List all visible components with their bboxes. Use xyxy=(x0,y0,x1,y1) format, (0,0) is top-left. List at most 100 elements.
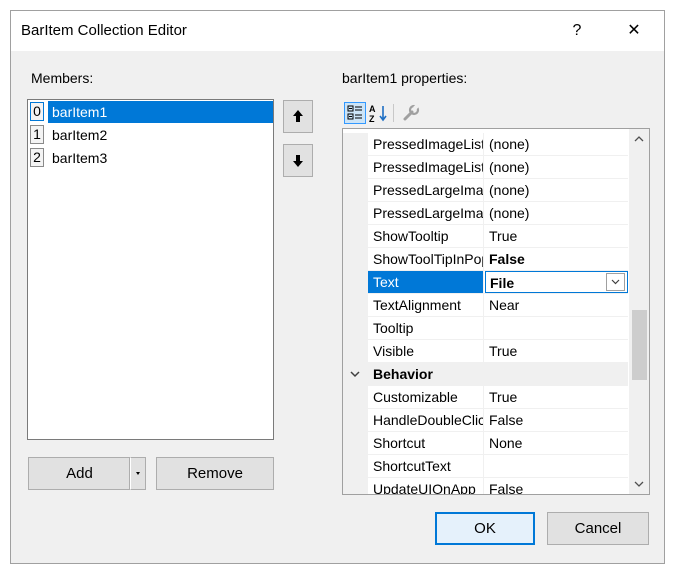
property-value: (none) xyxy=(489,136,530,152)
close-button[interactable]: ✕ xyxy=(611,11,657,51)
svg-text:Z: Z xyxy=(369,114,375,124)
property-pages-button[interactable] xyxy=(400,102,422,124)
property-name: Shortcut xyxy=(368,432,484,454)
property-name: ShowToolTipInPopup xyxy=(368,248,484,270)
property-name: PressedImageList xyxy=(368,133,484,155)
title-bar: BarItem Collection Editor ? ✕ xyxy=(11,11,664,51)
property-name: ShowTooltip xyxy=(368,225,484,247)
property-value: False xyxy=(489,251,525,267)
category-row[interactable]: Behavior xyxy=(343,363,628,386)
list-item-label: barItem1 xyxy=(48,101,273,123)
property-row[interactable]: ShowToolTipInPopup False xyxy=(343,248,628,271)
wrench-icon xyxy=(403,104,420,121)
svg-text:A: A xyxy=(369,104,376,114)
move-down-button[interactable] xyxy=(283,144,313,177)
row-margin xyxy=(343,386,368,409)
dialog-window: BarItem Collection Editor ? ✕ Members: 0… xyxy=(10,10,665,564)
list-item[interactable]: 0 barItem1 xyxy=(30,101,273,123)
property-value: (none) xyxy=(489,182,530,198)
arrow-down-icon xyxy=(293,155,303,167)
dialog-title: BarItem Collection Editor xyxy=(21,22,187,39)
property-row[interactable]: TextAlignment Near xyxy=(343,294,628,317)
property-value: True xyxy=(489,389,518,405)
property-value: False xyxy=(489,412,524,428)
add-button-label: Add xyxy=(66,465,93,482)
categorized-icon xyxy=(347,105,362,120)
property-name: Visible xyxy=(368,340,484,362)
row-margin xyxy=(343,156,368,179)
value-dropdown-button[interactable] xyxy=(606,273,625,291)
property-grid[interactable]: PressedImageList (none) PressedImageList (n… xyxy=(342,128,650,495)
property-name: UpdateUIOnApp xyxy=(368,478,484,494)
list-item-index: 1 xyxy=(30,125,44,144)
list-item[interactable]: 2 barItem3 xyxy=(30,147,273,169)
add-dropdown-button[interactable] xyxy=(130,457,146,490)
property-row[interactable]: ShortcutText xyxy=(343,455,628,478)
property-value: (none) xyxy=(489,159,530,175)
sort-az-icon: A Z xyxy=(369,104,387,124)
property-row[interactable]: ShowTooltip True xyxy=(343,225,628,248)
row-margin xyxy=(343,294,368,317)
property-row[interactable]: Shortcut None xyxy=(343,432,628,455)
property-row[interactable]: Tooltip xyxy=(343,317,628,340)
scrollbar-thumb[interactable] xyxy=(632,310,647,380)
property-value: Near xyxy=(489,297,520,313)
remove-button[interactable]: Remove xyxy=(156,457,274,490)
property-row[interactable]: PressedImageList (none) xyxy=(343,133,628,156)
alphabetical-view-button[interactable]: A Z xyxy=(368,102,390,124)
row-margin xyxy=(343,455,368,478)
vertical-scrollbar[interactable] xyxy=(629,129,649,494)
chevron-down-icon[interactable] xyxy=(343,363,368,385)
move-up-button[interactable] xyxy=(283,100,313,133)
property-name: Tooltip xyxy=(368,317,484,339)
property-name: HandleDoubleClick xyxy=(368,409,484,431)
property-value: (none) xyxy=(489,205,530,221)
chevron-down-icon xyxy=(611,279,620,285)
property-value xyxy=(485,317,628,339)
properties-label: barItem1 properties: xyxy=(342,70,468,86)
members-list[interactable]: 0 barItem1 1 barItem2 2 barItem3 xyxy=(27,99,274,440)
cancel-button[interactable]: Cancel xyxy=(547,512,649,545)
members-label: Members: xyxy=(31,70,94,86)
property-name: PressedLargeImage xyxy=(368,202,484,224)
property-value: None xyxy=(489,435,523,451)
categorized-view-button[interactable] xyxy=(344,102,366,124)
property-name: PressedLargeImage xyxy=(368,179,484,201)
property-value: True xyxy=(489,228,518,244)
list-item-label: barItem3 xyxy=(52,150,108,166)
list-item-label: barItem2 xyxy=(52,127,108,143)
list-item-index: 2 xyxy=(30,148,44,167)
row-margin xyxy=(343,225,368,248)
chevron-down-icon xyxy=(136,472,140,475)
add-button[interactable]: Add xyxy=(28,457,130,490)
property-row[interactable]: PressedLargeImage (none) xyxy=(343,179,628,202)
row-margin xyxy=(343,271,368,294)
property-row[interactable]: Visible True xyxy=(343,340,628,363)
property-value xyxy=(485,455,628,477)
property-value: True xyxy=(489,343,518,359)
row-margin xyxy=(343,317,368,340)
property-row[interactable]: Text File xyxy=(343,271,628,294)
property-name: TextAlignment xyxy=(368,294,484,316)
property-row[interactable]: UpdateUIOnApp False xyxy=(343,478,628,495)
property-name: PressedImageList xyxy=(368,156,484,178)
property-row[interactable]: PressedImageList (none) xyxy=(343,156,628,179)
help-button[interactable]: ? xyxy=(554,11,600,51)
ok-button[interactable]: OK xyxy=(435,512,535,545)
property-row[interactable]: HandleDoubleClick False xyxy=(343,409,628,432)
row-margin xyxy=(343,409,368,432)
property-row[interactable]: Customizable True xyxy=(343,386,628,409)
toolbar-divider xyxy=(393,104,394,122)
row-margin xyxy=(343,340,368,363)
scroll-down-icon[interactable] xyxy=(629,474,649,494)
list-item-index: 0 xyxy=(30,102,44,121)
row-margin xyxy=(343,478,368,494)
scroll-up-icon[interactable] xyxy=(629,129,649,149)
property-name: Customizable xyxy=(368,386,484,408)
property-row[interactable]: PressedLargeImage (none) xyxy=(343,202,628,225)
list-item[interactable]: 1 barItem2 xyxy=(30,124,273,146)
row-margin xyxy=(343,432,368,455)
row-margin xyxy=(343,179,368,202)
property-value: False xyxy=(489,481,524,495)
category-label: Behavior xyxy=(373,366,433,382)
